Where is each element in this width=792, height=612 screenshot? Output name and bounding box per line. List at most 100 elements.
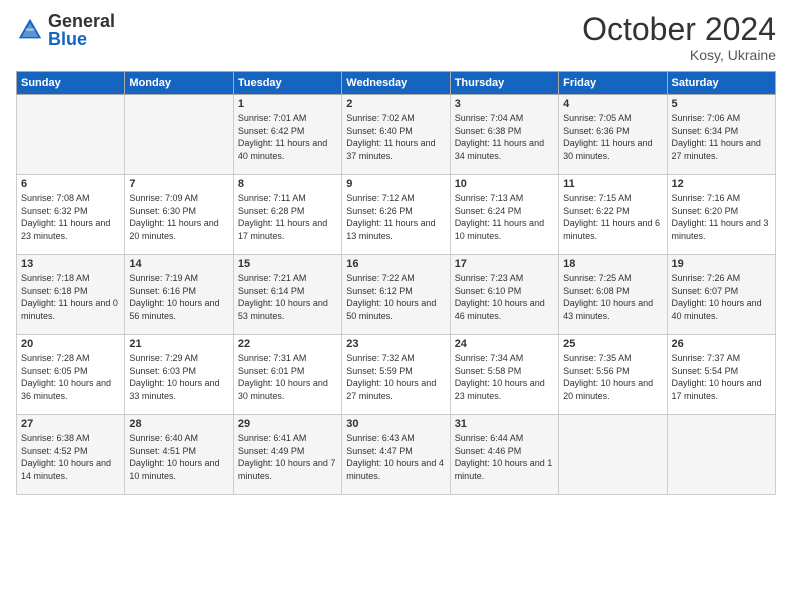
week-row-2: 6 Sunrise: 7:08 AM Sunset: 6:32 PM Daylig… (17, 175, 776, 255)
day-cell: 29 Sunrise: 6:41 AM Sunset: 4:49 PM Dayli… (233, 415, 341, 495)
day-cell: 7Sunrise: 7:09 AM Sunset: 6:30 PM Daylig… (125, 175, 233, 255)
day-info: Sunrise: 7:06 AM Sunset: 6:34 PM Dayligh… (672, 112, 771, 162)
day-number: 19 (672, 258, 771, 270)
day-number: 14 (129, 258, 228, 270)
day-number: 1 (238, 98, 337, 110)
day-cell: 2Sunrise: 7:02 AM Sunset: 6:40 PM Daylig… (342, 95, 450, 175)
day-number: 4 (563, 98, 662, 110)
day-number: 12 (672, 178, 771, 190)
day-number: 28 (129, 418, 228, 430)
day-number: 5 (672, 98, 771, 110)
day-cell: 20 Sunrise: 7:28 AM Sunset: 6:05 PM Dayli… (17, 335, 125, 415)
day-cell: 11Sunrise: 7:15 AM Sunset: 6:22 PM Dayli… (559, 175, 667, 255)
day-number: 9 (346, 178, 445, 190)
day-info: Sunrise: 7:01 AM Sunset: 6:42 PM Dayligh… (238, 112, 337, 162)
col-header-sunday: Sunday (17, 72, 125, 95)
day-number: 15 (238, 258, 337, 270)
title-block: October 2024 Kosy, Ukraine (582, 12, 776, 63)
day-cell: 4 Sunrise: 7:05 AM Sunset: 6:36 PM Daylig… (559, 95, 667, 175)
day-info: Sunrise: 7:35 AM Sunset: 5:56 PM Dayligh… (563, 352, 662, 402)
day-info: Sunrise: 7:23 AM Sunset: 6:10 PM Dayligh… (455, 272, 554, 322)
day-info: Sunrise: 7:29 AM Sunset: 6:03 PM Dayligh… (129, 352, 228, 402)
day-number: 6 (21, 178, 120, 190)
header-row: SundayMondayTuesdayWednesdayThursdayFrid… (17, 72, 776, 95)
day-info: Sunrise: 7:22 AM Sunset: 6:12 PM Dayligh… (346, 272, 445, 322)
day-number: 27 (21, 418, 120, 430)
day-cell: 21 Sunrise: 7:29 AM Sunset: 6:03 PM Dayli… (125, 335, 233, 415)
day-info: Sunrise: 7:31 AM Sunset: 6:01 PM Dayligh… (238, 352, 337, 402)
col-header-wednesday: Wednesday (342, 72, 450, 95)
logo-general-text: General (48, 12, 115, 30)
logo-icon (16, 16, 44, 44)
day-info: Sunrise: 7:32 AM Sunset: 5:59 PM Dayligh… (346, 352, 445, 402)
day-number: 22 (238, 338, 337, 350)
day-cell (17, 95, 125, 175)
day-cell (559, 415, 667, 495)
day-info: Sunrise: 6:41 AM Sunset: 4:49 PM Dayligh… (238, 432, 337, 482)
day-info: Sunrise: 6:44 AM Sunset: 4:46 PM Dayligh… (455, 432, 554, 482)
day-cell: 28 Sunrise: 6:40 AM Sunset: 4:51 PM Dayli… (125, 415, 233, 495)
week-row-1: 1 Sunrise: 7:01 AM Sunset: 6:42 PM Daylig… (17, 95, 776, 175)
day-number: 23 (346, 338, 445, 350)
day-number: 7 (129, 178, 228, 190)
week-row-5: 27Sunrise: 6:38 AM Sunset: 4:52 PM Dayli… (17, 415, 776, 495)
page: General Blue October 2024 Kosy, Ukraine … (0, 0, 792, 612)
day-cell: 14Sunrise: 7:19 AM Sunset: 6:16 PM Dayli… (125, 255, 233, 335)
day-number: 31 (455, 418, 554, 430)
day-cell: 24 Sunrise: 7:34 AM Sunset: 5:58 PM Dayli… (450, 335, 558, 415)
logo-blue-text: Blue (48, 30, 115, 48)
logo-text: General Blue (48, 12, 115, 48)
day-cell: 6 Sunrise: 7:08 AM Sunset: 6:32 PM Daylig… (17, 175, 125, 255)
day-number: 29 (238, 418, 337, 430)
day-cell: 25 Sunrise: 7:35 AM Sunset: 5:56 PM Dayli… (559, 335, 667, 415)
day-number: 25 (563, 338, 662, 350)
day-cell: 12Sunrise: 7:16 AM Sunset: 6:20 PM Dayli… (667, 175, 775, 255)
day-info: Sunrise: 7:34 AM Sunset: 5:58 PM Dayligh… (455, 352, 554, 402)
day-info: Sunrise: 7:08 AM Sunset: 6:32 PM Dayligh… (21, 192, 120, 242)
location-subtitle: Kosy, Ukraine (582, 47, 776, 63)
day-number: 17 (455, 258, 554, 270)
day-number: 20 (21, 338, 120, 350)
day-number: 30 (346, 418, 445, 430)
day-info: Sunrise: 6:40 AM Sunset: 4:51 PM Dayligh… (129, 432, 228, 482)
day-cell (667, 415, 775, 495)
day-cell (125, 95, 233, 175)
day-cell: 17 Sunrise: 7:23 AM Sunset: 6:10 PM Dayli… (450, 255, 558, 335)
day-cell: 8Sunrise: 7:11 AM Sunset: 6:28 PM Daylig… (233, 175, 341, 255)
day-cell: 9 Sunrise: 7:12 AM Sunset: 6:26 PM Daylig… (342, 175, 450, 255)
day-number: 10 (455, 178, 554, 190)
day-cell: 5 Sunrise: 7:06 AM Sunset: 6:34 PM Daylig… (667, 95, 775, 175)
day-info: Sunrise: 6:43 AM Sunset: 4:47 PM Dayligh… (346, 432, 445, 482)
day-cell: 19Sunrise: 7:26 AM Sunset: 6:07 PM Dayli… (667, 255, 775, 335)
calendar-table: SundayMondayTuesdayWednesdayThursdayFrid… (16, 71, 776, 495)
day-info: Sunrise: 7:12 AM Sunset: 6:26 PM Dayligh… (346, 192, 445, 242)
day-number: 13 (21, 258, 120, 270)
col-header-tuesday: Tuesday (233, 72, 341, 95)
month-title: October 2024 (582, 12, 776, 47)
week-row-3: 13 Sunrise: 7:18 AM Sunset: 6:18 PM Dayli… (17, 255, 776, 335)
day-cell: 3Sunrise: 7:04 AM Sunset: 6:38 PM Daylig… (450, 95, 558, 175)
day-info: Sunrise: 7:15 AM Sunset: 6:22 PM Dayligh… (563, 192, 662, 242)
col-header-friday: Friday (559, 72, 667, 95)
col-header-thursday: Thursday (450, 72, 558, 95)
week-row-4: 20 Sunrise: 7:28 AM Sunset: 6:05 PM Dayli… (17, 335, 776, 415)
day-info: Sunrise: 7:11 AM Sunset: 6:28 PM Dayligh… (238, 192, 337, 242)
day-info: Sunrise: 7:05 AM Sunset: 6:36 PM Dayligh… (563, 112, 662, 162)
day-cell: 27Sunrise: 6:38 AM Sunset: 4:52 PM Dayli… (17, 415, 125, 495)
day-info: Sunrise: 7:37 AM Sunset: 5:54 PM Dayligh… (672, 352, 771, 402)
day-number: 24 (455, 338, 554, 350)
day-cell: 22 Sunrise: 7:31 AM Sunset: 6:01 PM Dayli… (233, 335, 341, 415)
day-cell: 23 Sunrise: 7:32 AM Sunset: 5:59 PM Dayli… (342, 335, 450, 415)
day-number: 3 (455, 98, 554, 110)
day-info: Sunrise: 7:18 AM Sunset: 6:18 PM Dayligh… (21, 272, 120, 322)
day-cell: 10Sunrise: 7:13 AM Sunset: 6:24 PM Dayli… (450, 175, 558, 255)
day-number: 18 (563, 258, 662, 270)
day-cell: 31 Sunrise: 6:44 AM Sunset: 4:46 PM Dayli… (450, 415, 558, 495)
day-cell: 30 Sunrise: 6:43 AM Sunset: 4:47 PM Dayli… (342, 415, 450, 495)
day-cell: 26Sunrise: 7:37 AM Sunset: 5:54 PM Dayli… (667, 335, 775, 415)
day-number: 21 (129, 338, 228, 350)
day-cell: 16Sunrise: 7:22 AM Sunset: 6:12 PM Dayli… (342, 255, 450, 335)
day-info: Sunrise: 7:21 AM Sunset: 6:14 PM Dayligh… (238, 272, 337, 322)
col-header-saturday: Saturday (667, 72, 775, 95)
day-info: Sunrise: 7:28 AM Sunset: 6:05 PM Dayligh… (21, 352, 120, 402)
